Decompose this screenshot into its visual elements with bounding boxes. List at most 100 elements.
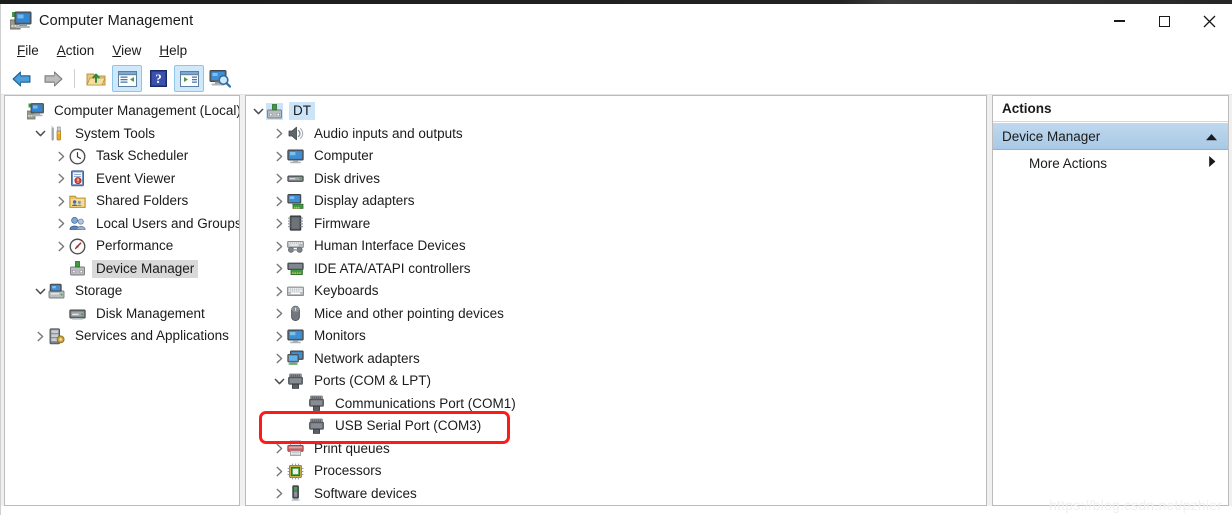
- chevron-right-icon[interactable]: [271, 168, 287, 190]
- close-button[interactable]: [1187, 4, 1232, 38]
- device-tree-item-label: Display adapters: [314, 193, 415, 209]
- toolbar-separator: [74, 69, 75, 88]
- chevron-right-icon[interactable]: [53, 190, 69, 212]
- console-tree-item-row[interactable]: System Tools: [5, 123, 239, 146]
- chevron-right-icon[interactable]: [271, 348, 287, 370]
- chevron-right-icon[interactable]: [271, 438, 287, 460]
- chevron-right-icon[interactable]: [271, 145, 287, 167]
- chevron-down-icon[interactable]: [271, 370, 287, 392]
- up-one-level-button[interactable]: [81, 65, 111, 92]
- menu-help[interactable]: Help: [155, 42, 198, 60]
- device-tree-pane[interactable]: DT Audio inputs and outputs Computer Disk d…: [245, 95, 987, 506]
- system-tools-icon: [48, 125, 65, 142]
- actions-item-more-actions[interactable]: More Actions: [993, 150, 1228, 176]
- monitor-icon: [287, 148, 304, 165]
- network-adapter-icon: [287, 350, 304, 367]
- device-tree-item-row[interactable]: Network adapters: [246, 348, 986, 371]
- device-tree-item-row[interactable]: Ports (COM & LPT): [246, 370, 986, 393]
- back-button[interactable]: [7, 65, 37, 92]
- show-hide-action-pane-button[interactable]: [174, 65, 204, 92]
- chevron-down-icon[interactable]: [32, 123, 48, 145]
- menu-action[interactable]: Action: [53, 42, 106, 60]
- chevron-right-icon[interactable]: [271, 460, 287, 482]
- software-device-icon: [287, 485, 304, 502]
- device-tree-item-row[interactable]: USB Serial Port (COM3): [246, 415, 986, 438]
- chevron-right-icon[interactable]: [271, 303, 287, 325]
- chevron-right-icon[interactable]: [271, 123, 287, 145]
- chevron-right-icon[interactable]: [271, 235, 287, 257]
- show-hide-tree-button[interactable]: [112, 65, 142, 92]
- device-tree-item-row[interactable]: Monitors: [246, 325, 986, 348]
- chevron-right-icon[interactable]: [53, 168, 69, 190]
- console-tree-item-row[interactable]: Local Users and Groups: [5, 213, 239, 236]
- device-tree-item-row[interactable]: Communications Port (COM1): [246, 393, 986, 416]
- chevron-right-icon[interactable]: [32, 325, 48, 347]
- device-tree-item-row[interactable]: Display adapters: [246, 190, 986, 213]
- svg-text:?: ?: [155, 71, 162, 86]
- chevron-right-icon[interactable]: [271, 325, 287, 347]
- maximize-button[interactable]: [1142, 4, 1187, 38]
- console-tree-item-row[interactable]: Services and Applications: [5, 325, 239, 348]
- console-tree-item-row[interactable]: Event Viewer: [5, 168, 239, 191]
- device-tree-item-row[interactable]: Keyboards: [246, 280, 986, 303]
- console-tree-icon: [117, 70, 137, 87]
- device-tree-item-row[interactable]: DT: [246, 100, 986, 123]
- console-tree-item-label: Storage: [75, 283, 123, 299]
- console-tree-item-label: System Tools: [75, 125, 156, 141]
- minimize-button[interactable]: [1097, 4, 1142, 38]
- scan-hardware-button[interactable]: [205, 65, 235, 92]
- device-tree-item-row[interactable]: IDE ATA/ATAPI controllers: [246, 258, 986, 281]
- chevron-right-icon[interactable]: [271, 483, 287, 505]
- device-tree-item-row[interactable]: Processors: [246, 460, 986, 483]
- chevron-right-icon[interactable]: [53, 213, 69, 235]
- device-tree-item-row[interactable]: Mice and other pointing devices: [246, 303, 986, 326]
- console-tree-item-label: Local Users and Groups: [96, 215, 240, 231]
- device-manager-icon: [69, 260, 86, 277]
- device-tree-item-row[interactable]: Audio inputs and outputs: [246, 123, 986, 146]
- monitor-icon: [287, 328, 304, 345]
- console-tree-item-row[interactable]: Device Manager: [5, 258, 239, 281]
- menu-view[interactable]: View: [108, 42, 152, 60]
- chevron-right-icon[interactable]: [271, 258, 287, 280]
- console-tree-item-label: Disk Management: [96, 305, 205, 321]
- console-tree-item-row[interactable]: Shared Folders: [5, 190, 239, 213]
- console-tree-item-row[interactable]: Storage: [5, 280, 239, 303]
- help-button[interactable]: ?: [143, 65, 173, 92]
- chevron-right-icon[interactable]: [271, 280, 287, 302]
- device-tree-item-label: DT: [289, 102, 315, 121]
- menu-file[interactable]: File: [13, 42, 50, 60]
- computer-management-window: Computer Management File Action View Help: [0, 4, 1232, 515]
- console-tree-item-row[interactable]: Computer Management (Local): [5, 100, 239, 123]
- actions-item-label: More Actions: [1029, 155, 1108, 171]
- clock-icon: [69, 148, 86, 165]
- device-tree-item-row[interactable]: Firmware: [246, 213, 986, 236]
- chevron-right-icon[interactable]: [53, 235, 69, 257]
- device-tree-item-row[interactable]: Disk drives: [246, 168, 986, 191]
- device-tree-item-row[interactable]: Software devices: [246, 483, 986, 506]
- chevron-right-icon[interactable]: [271, 190, 287, 212]
- port-icon: [308, 395, 325, 412]
- chevron-down-icon[interactable]: [32, 280, 48, 302]
- forward-button[interactable]: [38, 65, 68, 92]
- device-tree-item-label: Disk drives: [314, 170, 381, 186]
- users-groups-icon: [69, 215, 86, 232]
- display-adapter-icon: [287, 193, 304, 210]
- folder-up-icon: [86, 73, 106, 85]
- monitor-search-icon: [209, 70, 231, 88]
- device-tree-item-row[interactable]: Human Interface Devices: [246, 235, 986, 258]
- device-tree-item-row[interactable]: Computer: [246, 145, 986, 168]
- chevron-down-icon[interactable]: [250, 100, 266, 122]
- device-tree-item-label: IDE ATA/ATAPI controllers: [314, 260, 471, 276]
- services-icon: [48, 328, 65, 345]
- chevron-right-icon[interactable]: [53, 145, 69, 167]
- chevron-right-icon[interactable]: [271, 213, 287, 235]
- console-tree-item-row[interactable]: Disk Management: [5, 303, 239, 326]
- device-tree-item-row[interactable]: Print queues: [246, 438, 986, 461]
- console-tree-item-row[interactable]: Task Scheduler: [5, 145, 239, 168]
- actions-group-device-manager[interactable]: Device Manager: [993, 122, 1228, 150]
- console-tree-item-row[interactable]: Performance: [5, 235, 239, 258]
- console-tree-pane[interactable]: Computer Management (Local) System Tools T…: [4, 95, 240, 506]
- chevron-up-icon: [1205, 129, 1218, 144]
